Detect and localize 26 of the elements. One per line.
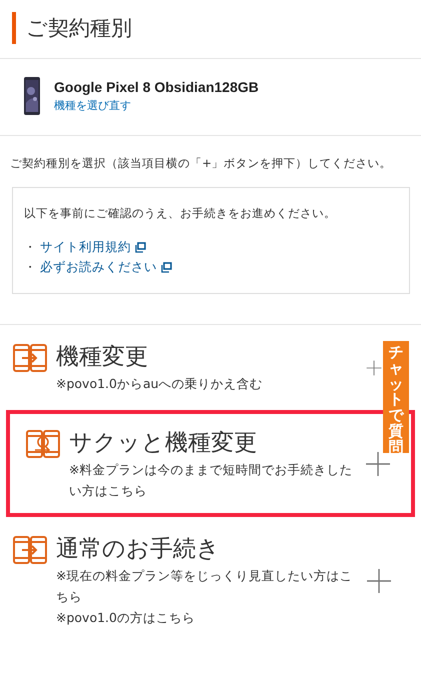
device-name: Google Pixel 8 Obsidian128GB xyxy=(54,79,259,95)
terms-link[interactable]: サイト利用規約 xyxy=(40,238,131,256)
instruction-text: ご契約種別を選択（該当項目横の「+」ボタンを押下）してください。 xyxy=(10,156,393,171)
option-note: ※povo1.0の方はこちら xyxy=(56,609,196,627)
expand-button[interactable] xyxy=(365,451,391,477)
phone-swap-icon xyxy=(12,343,48,373)
phone-swap-icon xyxy=(12,535,48,565)
bullet: ・ xyxy=(24,258,36,276)
reselect-device-link[interactable]: 機種を選び直す xyxy=(54,98,259,113)
option-title: 機種変更 xyxy=(56,343,149,372)
option-title: 通常のお手続き xyxy=(56,535,221,564)
phone-timer-icon xyxy=(25,429,61,459)
accent-bar xyxy=(12,12,16,44)
plus-icon xyxy=(366,568,392,594)
notice-text: 以下を事前にご確認のうえ、お手続きをお進めください。 xyxy=(24,206,337,221)
option-note: ※料金プランは今のままで短時間でお手続きしたい方はこちら xyxy=(69,461,354,500)
page-title: ご契約種別 xyxy=(26,15,132,42)
external-window-icon xyxy=(161,262,172,272)
option-note: ※povo1.0からauへの乗りかえ含む xyxy=(56,375,264,393)
expand-button[interactable] xyxy=(366,568,392,594)
option-title: サクッと機種変更 xyxy=(69,429,258,458)
plus-icon xyxy=(365,451,391,477)
terms-link[interactable]: 必ずお読みください xyxy=(40,258,157,276)
bullet: ・ xyxy=(24,238,36,256)
option-note: ※現在の料金プラン等をじっくり見直したい方はこちら xyxy=(56,567,354,606)
external-window-icon xyxy=(135,242,146,252)
